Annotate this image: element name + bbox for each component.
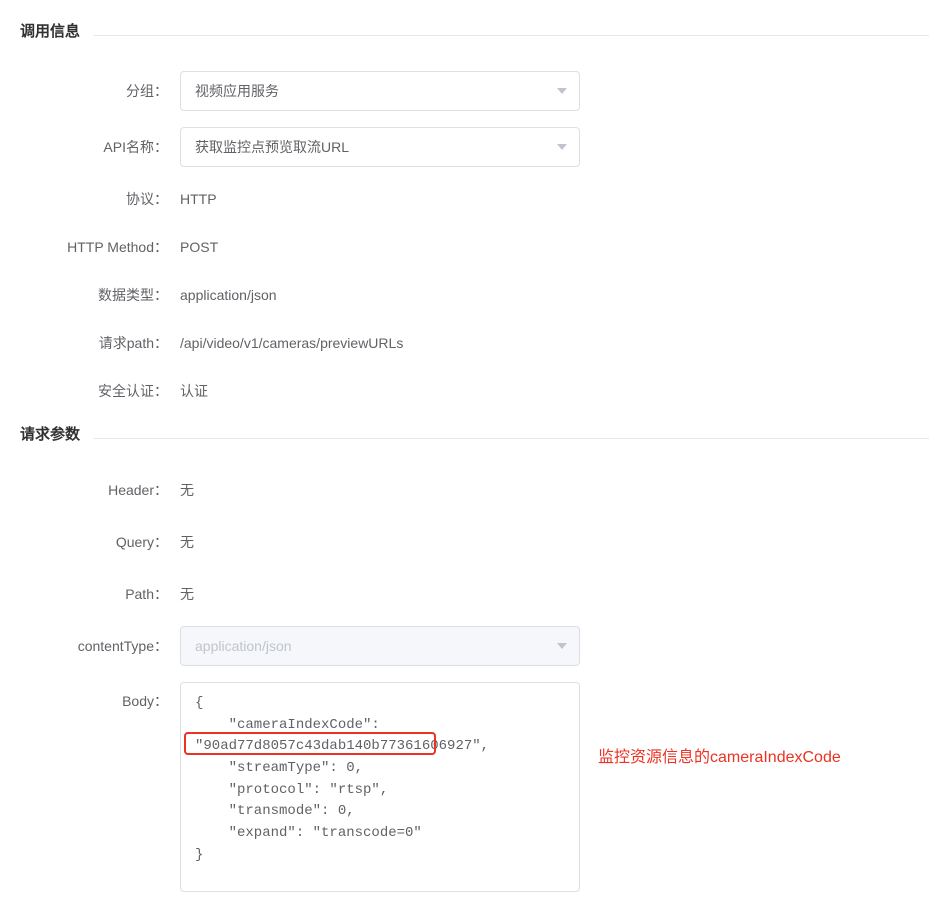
divider — [94, 438, 929, 439]
row-api-name: API名称： 获取监控点预览取流URL — [0, 127, 929, 167]
row-query: Query： 无 — [0, 526, 929, 558]
label-group: 分组： — [0, 81, 180, 101]
value-protocol: HTTP — [180, 191, 929, 207]
row-request-path: 请求path： /api/video/v1/cameras/previewURL… — [0, 327, 929, 359]
row-content-type: contentType： application/json — [0, 626, 929, 666]
select-content-type-value: application/json — [195, 638, 292, 654]
label-query: Query： — [0, 532, 180, 552]
request-params-title: 请求参数 — [0, 423, 80, 444]
label-header: Header： — [0, 480, 180, 500]
value-data-type: application/json — [180, 287, 929, 303]
section-title-request-params: 请求参数 — [0, 423, 929, 454]
select-content-type: application/json — [180, 626, 580, 666]
select-group-value: 视频应用服务 — [195, 81, 279, 101]
label-body: Body： — [0, 682, 180, 711]
label-api-name: API名称： — [0, 137, 180, 157]
label-request-path: 请求path： — [0, 333, 180, 353]
value-query: 无 — [180, 532, 929, 552]
label-path: Path： — [0, 584, 180, 604]
annotation-camera-index-code: 监控资源信息的cameraIndexCode — [598, 743, 841, 767]
row-body: Body： { "cameraIndexCode": "90ad77d8057c… — [0, 682, 929, 892]
row-http-method: HTTP Method： POST — [0, 231, 929, 263]
row-data-type: 数据类型： application/json — [0, 279, 929, 311]
row-path: Path： 无 — [0, 578, 929, 610]
row-protocol: 协议： HTTP — [0, 183, 929, 215]
value-header: 无 — [180, 480, 929, 500]
chevron-down-icon — [557, 643, 567, 649]
divider — [94, 35, 929, 36]
call-info-title: 调用信息 — [0, 20, 80, 41]
row-auth: 安全认证： 认证 — [0, 375, 929, 407]
label-auth: 安全认证： — [0, 381, 180, 401]
value-path: 无 — [180, 584, 929, 604]
select-group[interactable]: 视频应用服务 — [180, 71, 580, 111]
label-http-method: HTTP Method： — [0, 237, 180, 257]
label-content-type: contentType： — [0, 636, 180, 656]
body-textarea[interactable]: { "cameraIndexCode": "90ad77d8057c43dab1… — [180, 682, 580, 892]
label-protocol: 协议： — [0, 189, 180, 209]
chevron-down-icon — [557, 144, 567, 150]
select-api-name[interactable]: 获取监控点预览取流URL — [180, 127, 580, 167]
value-http-method: POST — [180, 239, 929, 255]
select-api-name-value: 获取监控点预览取流URL — [195, 137, 349, 157]
label-data-type: 数据类型： — [0, 285, 180, 305]
row-header: Header： 无 — [0, 474, 929, 506]
row-group: 分组： 视频应用服务 — [0, 71, 929, 111]
chevron-down-icon — [557, 88, 567, 94]
value-auth: 认证 — [180, 381, 929, 401]
section-title-call-info: 调用信息 — [0, 20, 929, 51]
value-request-path: /api/video/v1/cameras/previewURLs — [180, 335, 929, 351]
